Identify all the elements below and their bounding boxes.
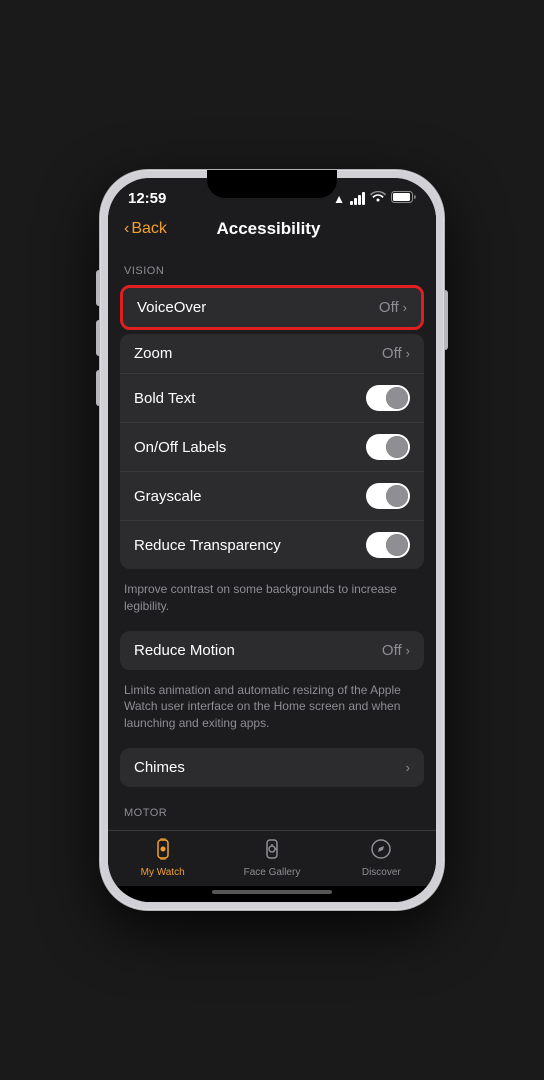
reduce-transparency-item[interactable]: Reduce Transparency <box>120 521 424 569</box>
bold-text-label: Bold Text <box>134 390 195 407</box>
tab-face-gallery[interactable]: Face Gallery <box>242 837 302 878</box>
reduce-motion-status: Off <box>382 642 402 659</box>
tab-my-watch[interactable]: My Watch <box>133 837 193 878</box>
grayscale-toggle[interactable] <box>366 483 410 509</box>
vision-group: Zoom Off › Bold Text On/Off Labels <box>120 334 424 569</box>
chimes-group: Chimes › <box>120 748 424 787</box>
motor-section-label: MOTOR <box>108 791 436 827</box>
reduce-motion-label: Reduce Motion <box>134 642 235 659</box>
zoom-chevron-icon: › <box>406 346 410 361</box>
vision-section-label: VISION <box>108 249 436 285</box>
nav-bar: ‹ Back Accessibility <box>108 211 436 249</box>
zoom-value: Off › <box>382 345 410 362</box>
reduce-motion-item[interactable]: Reduce Motion Off › <box>120 631 424 670</box>
back-chevron-icon: ‹ <box>124 220 129 238</box>
status-time: 12:59 <box>128 190 166 207</box>
reduce-transparency-toggle[interactable] <box>366 532 410 558</box>
reduce-transparency-label: Reduce Transparency <box>134 537 281 554</box>
phone-frame: 12:59 ▲ <box>100 170 444 910</box>
tab-discover[interactable]: Discover <box>351 837 411 878</box>
onoff-labels-item[interactable]: On/Off Labels <box>120 423 424 472</box>
zoom-status: Off <box>382 345 402 362</box>
settings-content[interactable]: VISION VoiceOver Off › Zoom Off <box>108 249 436 830</box>
zoom-item[interactable]: Zoom Off › <box>120 334 424 374</box>
onoff-labels-toggle[interactable] <box>366 434 410 460</box>
reduce-motion-value: Off › <box>382 642 410 659</box>
phone-screen: 12:59 ▲ <box>108 178 436 902</box>
voiceover-label: VoiceOver <box>137 299 206 316</box>
reduce-motion-group: Reduce Motion Off › <box>120 631 424 670</box>
face-gallery-label: Face Gallery <box>244 867 301 878</box>
wifi-icon <box>370 191 386 206</box>
chimes-chevron-icon: › <box>406 760 410 775</box>
notch <box>207 170 337 198</box>
vision-description: Improve contrast on some backgrounds to … <box>108 573 436 627</box>
face-gallery-icon <box>260 837 284 865</box>
discover-icon <box>369 837 393 865</box>
voiceover-chevron-icon: › <box>403 300 407 315</box>
grayscale-label: Grayscale <box>134 488 202 505</box>
back-button[interactable]: ‹ Back <box>124 220 167 238</box>
chimes-item[interactable]: Chimes › <box>120 748 424 787</box>
my-watch-label: My Watch <box>141 867 185 878</box>
chimes-label: Chimes <box>134 759 185 776</box>
location-icon: ▲ <box>333 192 345 206</box>
battery-icon <box>391 191 416 206</box>
reduce-motion-description: Limits animation and automatic resizing … <box>108 674 436 744</box>
onoff-labels-label: On/Off Labels <box>134 439 226 456</box>
voiceover-item[interactable]: VoiceOver Off › <box>123 288 421 327</box>
grayscale-item[interactable]: Grayscale <box>120 472 424 521</box>
page-title: Accessibility <box>167 219 370 239</box>
signal-icon <box>350 192 365 205</box>
tab-bar: My Watch Face Gallery <box>108 830 436 886</box>
voiceover-value: Off › <box>379 299 407 316</box>
home-indicator <box>108 886 436 902</box>
back-label[interactable]: Back <box>131 220 167 238</box>
home-bar <box>212 890 332 894</box>
voiceover-status: Off <box>379 299 399 316</box>
reduce-motion-chevron-icon: › <box>406 643 410 658</box>
discover-label: Discover <box>362 867 401 878</box>
bold-text-toggle[interactable] <box>366 385 410 411</box>
status-icons: ▲ <box>333 191 416 206</box>
voiceover-group: VoiceOver Off › <box>120 285 424 330</box>
bold-text-item[interactable]: Bold Text <box>120 374 424 423</box>
zoom-label: Zoom <box>134 345 172 362</box>
my-watch-icon <box>151 837 175 865</box>
